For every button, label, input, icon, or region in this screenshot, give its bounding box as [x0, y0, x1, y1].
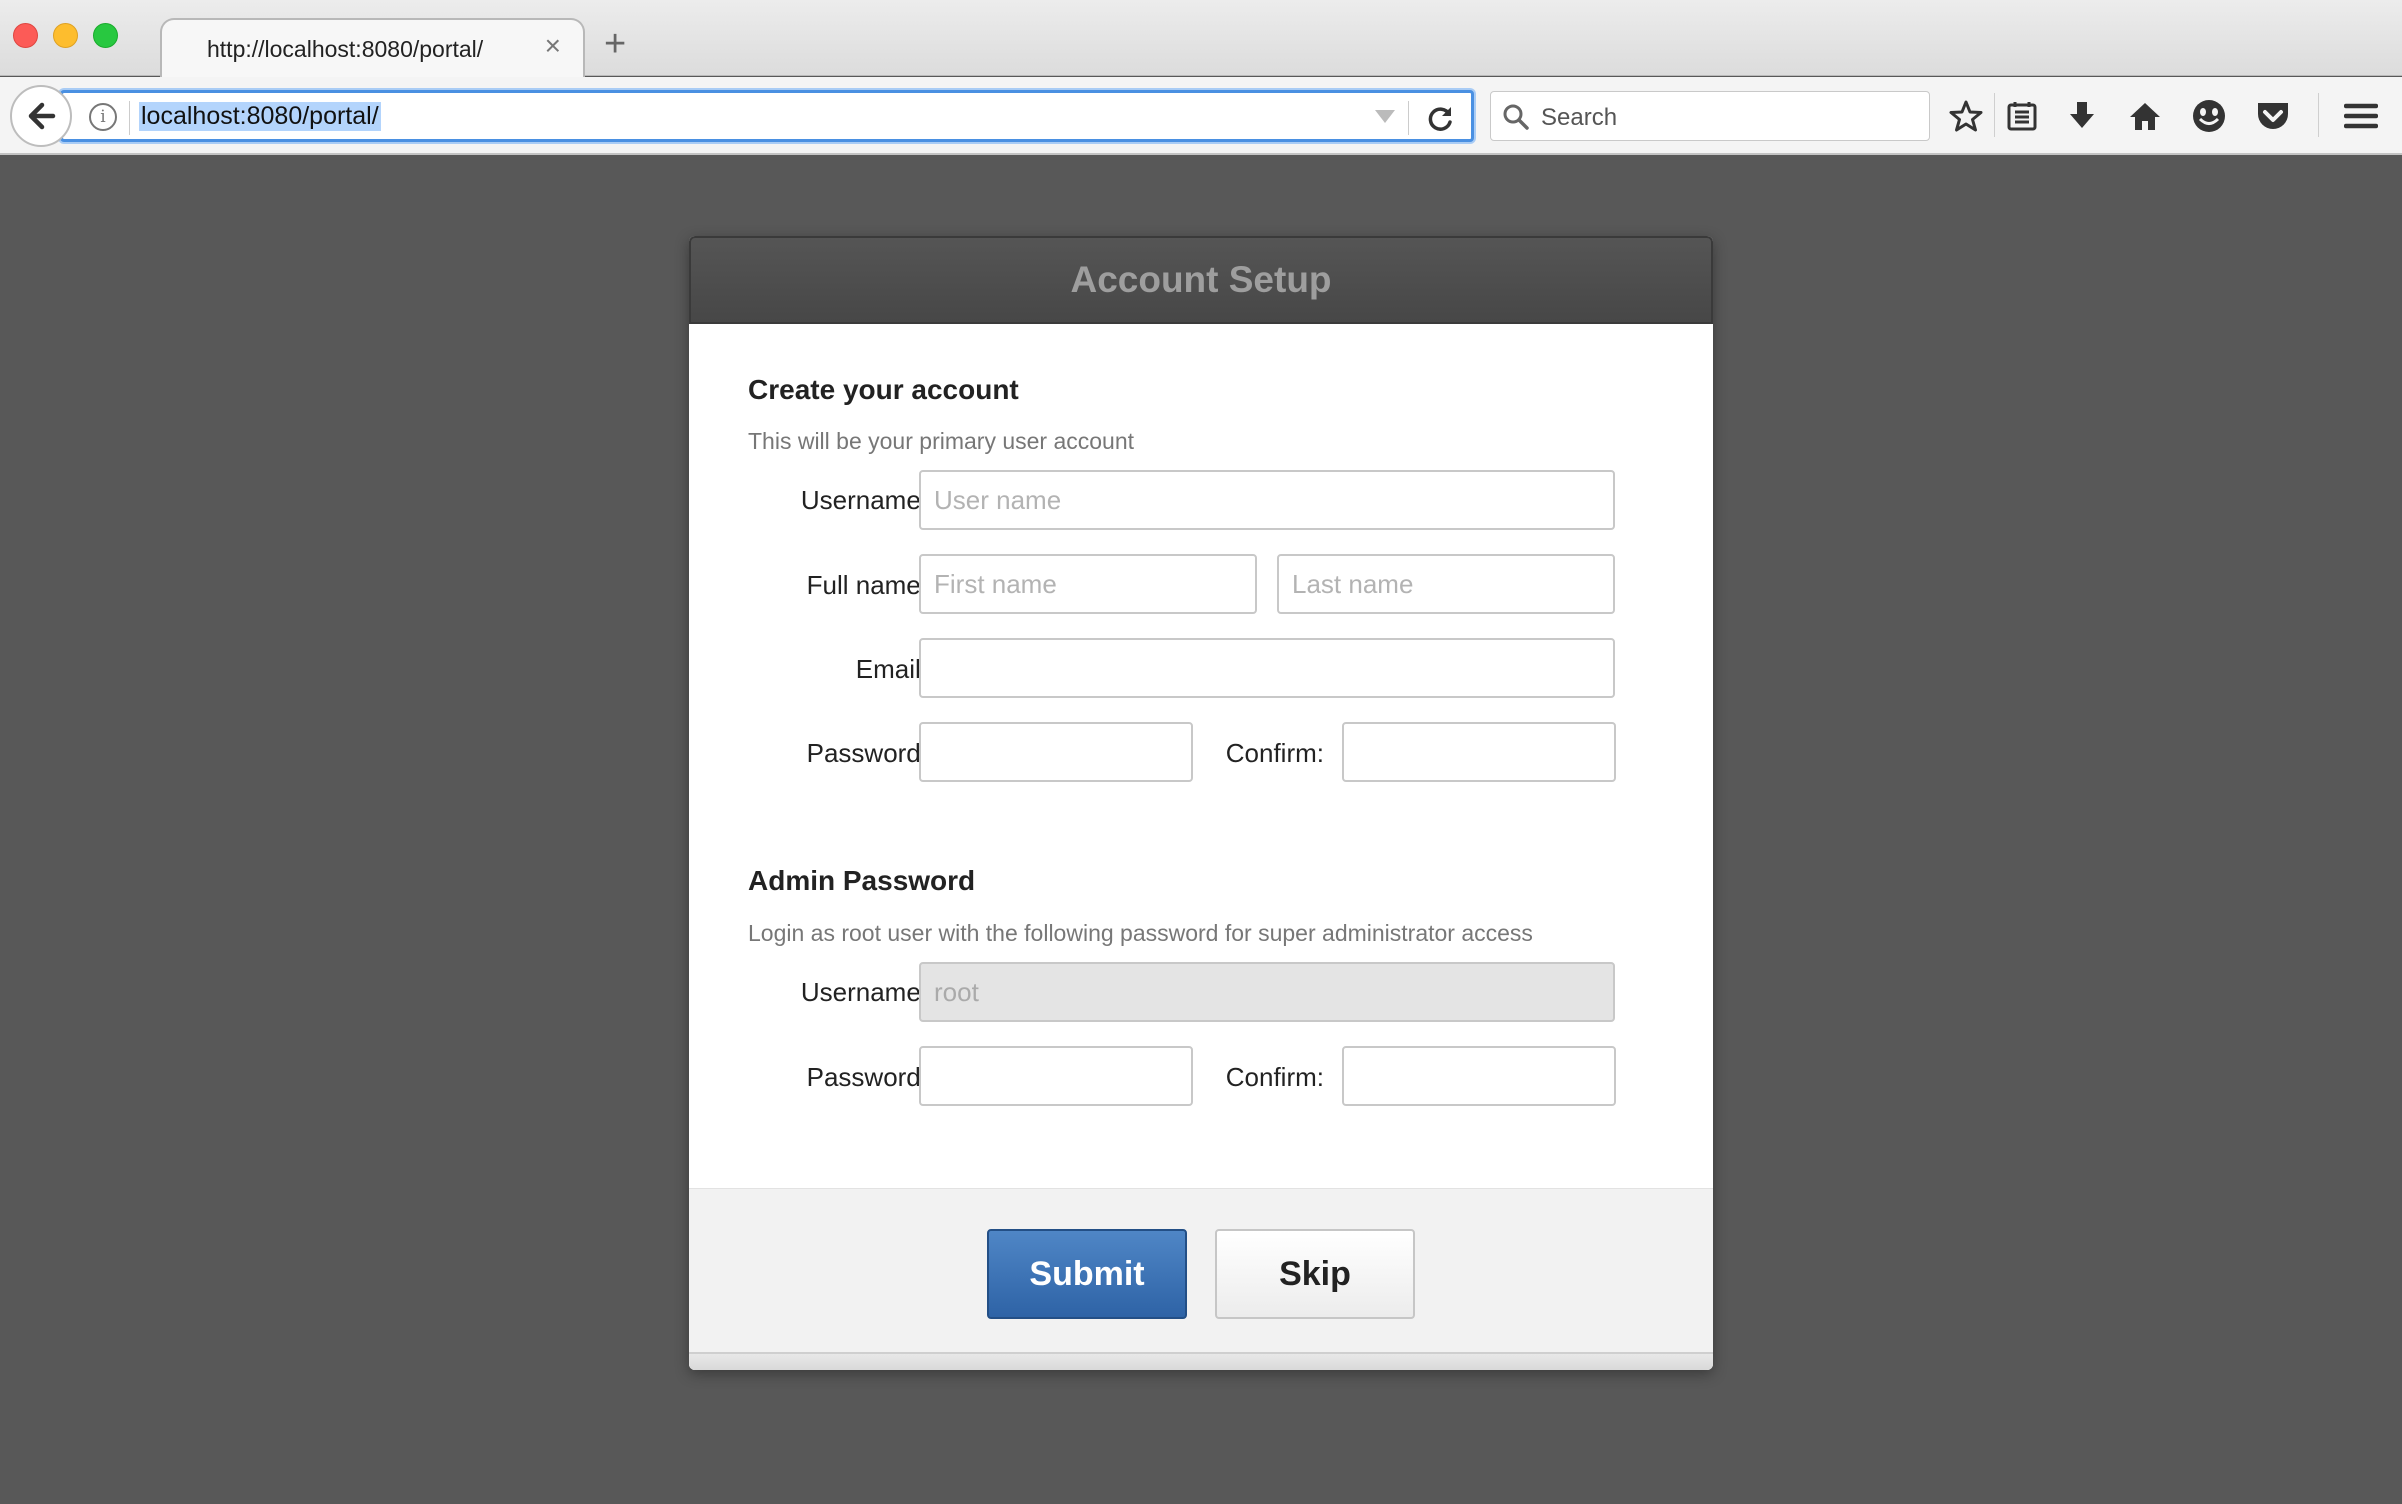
- confirm-password-input[interactable]: [1342, 722, 1616, 782]
- admin-confirm-label: Confirm:: [1225, 1062, 1324, 1092]
- first-name-input[interactable]: [919, 554, 1257, 614]
- confirm-label: Confirm:: [1225, 738, 1324, 768]
- dialog-footer: Submit Skip: [689, 1188, 1713, 1370]
- username-label: Username:: [800, 485, 928, 515]
- home-icon[interactable]: [2126, 97, 2164, 135]
- back-button[interactable]: [10, 85, 72, 147]
- account-section-title: Create your account: [748, 374, 1019, 405]
- search-placeholder: Search: [1541, 104, 1618, 131]
- zoom-window-button[interactable]: [93, 23, 118, 48]
- admin-password-input[interactable]: [919, 1046, 1193, 1106]
- minimize-window-button[interactable]: [53, 23, 78, 48]
- back-arrow-icon: [28, 102, 56, 130]
- search-icon: [1503, 104, 1529, 130]
- close-tab-icon[interactable]: ×: [545, 32, 561, 60]
- url-history-dropdown-icon[interactable]: [1375, 110, 1395, 123]
- admin-username-label: Username:: [800, 977, 928, 1007]
- submit-button[interactable]: Submit: [987, 1229, 1187, 1319]
- email-label: Email:: [855, 654, 928, 684]
- download-icon[interactable]: [2063, 97, 2101, 135]
- toolbar-divider: [2318, 93, 2319, 137]
- pocket-icon[interactable]: [2254, 97, 2292, 135]
- star-icon[interactable]: [1947, 97, 1985, 135]
- toolbar-divider: [1994, 93, 1995, 137]
- dialog-body: Create your account This will be your pr…: [689, 324, 1713, 1188]
- navigation-bar: i localhost:8080/portal/ Search: [0, 77, 2402, 155]
- password-input[interactable]: [919, 722, 1193, 782]
- username-input[interactable]: [919, 470, 1615, 530]
- tab-title: http://localhost:8080/portal/: [207, 36, 484, 62]
- admin-username-input: [919, 962, 1615, 1022]
- fullname-label: Full name:: [806, 570, 928, 600]
- reading-list-icon[interactable]: [2003, 97, 2041, 135]
- dialog-title: Account Setup: [689, 236, 1713, 324]
- site-info-icon[interactable]: i: [89, 103, 117, 131]
- tab-bar: http://localhost:8080/portal/ × +: [0, 0, 2402, 78]
- url-divider: [129, 101, 130, 135]
- admin-password-label: Password:: [806, 1062, 928, 1092]
- close-window-button[interactable]: [13, 23, 38, 48]
- reload-icon[interactable]: [1426, 103, 1456, 133]
- new-tab-button[interactable]: +: [604, 25, 626, 63]
- url-divider-right: [1408, 101, 1409, 135]
- footer-shadow-edge: [689, 1352, 1713, 1370]
- email-input[interactable]: [919, 638, 1615, 698]
- password-label: Password:: [806, 738, 928, 768]
- admin-section-subtitle: Login as root user with the following pa…: [748, 920, 1533, 946]
- last-name-input[interactable]: [1277, 554, 1615, 614]
- search-bar[interactable]: Search: [1490, 91, 1930, 141]
- emoji-icon[interactable]: [2190, 97, 2228, 135]
- account-section-subtitle: This will be your primary user account: [748, 428, 1135, 454]
- admin-section-title: Admin Password: [748, 865, 976, 896]
- url-text[interactable]: localhost:8080/portal/: [139, 102, 381, 131]
- account-setup-dialog: Account Setup Create your account This w…: [689, 236, 1713, 1370]
- active-tab[interactable]: http://localhost:8080/portal/ ×: [160, 18, 585, 78]
- skip-button[interactable]: Skip: [1215, 1229, 1415, 1319]
- menu-icon[interactable]: [2342, 97, 2380, 135]
- url-bar[interactable]: i localhost:8080/portal/: [60, 90, 1474, 142]
- admin-confirm-password-input[interactable]: [1342, 1046, 1616, 1106]
